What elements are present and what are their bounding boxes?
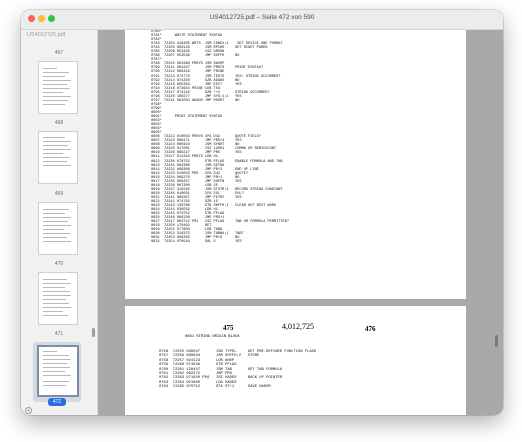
thumbnail-page-number: 468 [54, 120, 64, 126]
document-scrollbar[interactable] [495, 335, 498, 347]
thumbnail-page-number: 467 [54, 50, 64, 56]
page-number-left: 475 [223, 324, 234, 332]
thumbnail-page-469[interactable] [38, 131, 78, 184]
thumbnail-page-number: 470 [54, 261, 64, 267]
code-line: 0812 72230 070752 STB PFLAG ENABLE FORMU… [151, 159, 283, 164]
sidebar-filename: US4012725.pdf [27, 32, 66, 38]
document-view[interactable]: 0780* 0781* WRITE STATEMENT SYNTAX 0782* 07… [98, 30, 503, 415]
thumbnail-page-number: 471 [54, 331, 64, 337]
pdf-viewer-window: US4012725.pdf – Seite 472 von 590 US4012… [21, 10, 503, 415]
thumbnail-page-472[interactable] [37, 345, 79, 397]
thumbnail-page-470[interactable] [38, 202, 78, 255]
code-line: 0764 72265 070752 STA ST+1 SAVE HADOR [159, 385, 271, 390]
pdf-page-472: 0780* 0781* WRITE STATEMENT SYNTAX 0782* 07… [125, 30, 466, 299]
thumbnail-page-468[interactable] [38, 61, 78, 114]
code-line: 0832 72254 070544 SAL 5 YES [151, 240, 242, 245]
section-heading: 0881 STRING ORIGIN BLOCK [185, 335, 240, 339]
sidebar-scrollbar[interactable] [92, 328, 95, 337]
window-title: US4012725.pdf – Seite 472 von 590 [209, 14, 315, 21]
thumbnail-sidebar[interactable]: US4012725.pdf 467 468 469 470 471 472 + [21, 30, 98, 415]
title-bar: US4012725.pdf – Seite 472 von 590 [21, 10, 503, 30]
pdf-page-473: 475 4,012,725 476 0881 STRING ORIGIN BLO… [125, 306, 466, 415]
thumbnail-page-471[interactable] [38, 272, 78, 325]
page-number-right: 476 [365, 325, 376, 333]
thumbnail-page-number: 469 [54, 191, 64, 197]
sidebar-options-icon[interactable]: + [25, 407, 32, 414]
selected-page-number: 472 [48, 398, 66, 406]
page-code-listing: 0780* 0781* WRITE STATEMENT SYNTAX 0782* 07… [151, 30, 289, 244]
page-code-listing: 0756 72255 040047 ISB TYPEL GET PRE-DEFI… [159, 350, 316, 390]
patent-number: 4,012,725 [282, 322, 314, 331]
code-line: 0791 72213 074770 JSM TESTS YES: STRING … [151, 74, 281, 79]
